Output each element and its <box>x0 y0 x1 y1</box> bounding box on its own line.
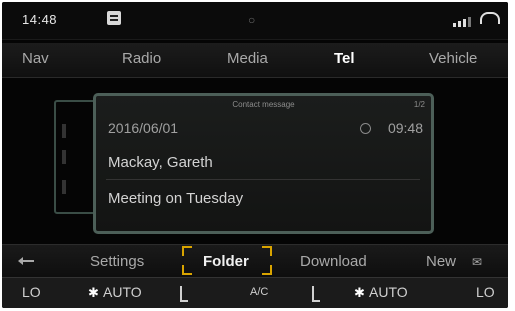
message-subject: Meeting on Tuesday <box>108 190 244 207</box>
message-icon <box>107 11 121 25</box>
download-button[interactable]: Download <box>300 253 367 270</box>
left-seat-heat-icon[interactable] <box>180 286 188 302</box>
status-bar: 14:48 ○ <box>2 2 508 40</box>
tab-media[interactable]: Media <box>227 50 268 67</box>
right-temp[interactable]: LO <box>476 284 495 300</box>
settings-button[interactable]: Settings <box>90 253 144 270</box>
left-fan-icon: ✱ <box>88 285 99 300</box>
clock-icon <box>360 123 371 134</box>
ac-button[interactable]: A/C <box>250 286 268 298</box>
message-card[interactable]: Contact message 1/2 2016/06/01 09:48 Mac… <box>93 93 434 234</box>
right-seat-heat-icon[interactable] <box>312 286 320 302</box>
message-time: 09:48 <box>387 120 423 136</box>
head-unit-screen: 14:48 ○ Nav Radio Media Tel Vehicle Cont… <box>2 2 508 308</box>
main-nav-tabs: Nav Radio Media Tel Vehicle <box>2 43 508 78</box>
right-fan-auto[interactable]: AUTO <box>369 284 408 300</box>
previous-message-card[interactable] <box>54 100 98 214</box>
message-index: 1/2 <box>413 100 425 109</box>
signal-bars-icon <box>453 13 483 27</box>
climate-bar: LO ✱ AUTO A/C ✱ AUTO LO <box>2 277 508 308</box>
tab-nav[interactable]: Nav <box>22 50 49 67</box>
right-fan-icon: ✱ <box>354 285 365 300</box>
message-date: 2016/06/01 <box>108 120 179 136</box>
left-fan-auto[interactable]: AUTO <box>103 284 142 300</box>
tab-radio[interactable]: Radio <box>122 50 161 67</box>
selection-frame <box>182 246 272 275</box>
left-temp[interactable]: LO <box>22 284 41 300</box>
divider <box>106 179 420 180</box>
connection-icon: ○ <box>248 13 256 27</box>
card-heading: Contact message <box>232 100 295 109</box>
tab-vehicle[interactable]: Vehicle <box>429 50 477 67</box>
message-sender: Mackay, Gareth <box>108 154 213 171</box>
envelope-icon: ✉ <box>472 255 483 269</box>
tab-tel[interactable]: Tel <box>334 50 355 67</box>
back-icon[interactable] <box>18 257 34 265</box>
new-message-button[interactable]: New <box>426 253 456 270</box>
phone-icon <box>480 12 500 24</box>
clock-time: 14:48 <box>22 12 58 27</box>
